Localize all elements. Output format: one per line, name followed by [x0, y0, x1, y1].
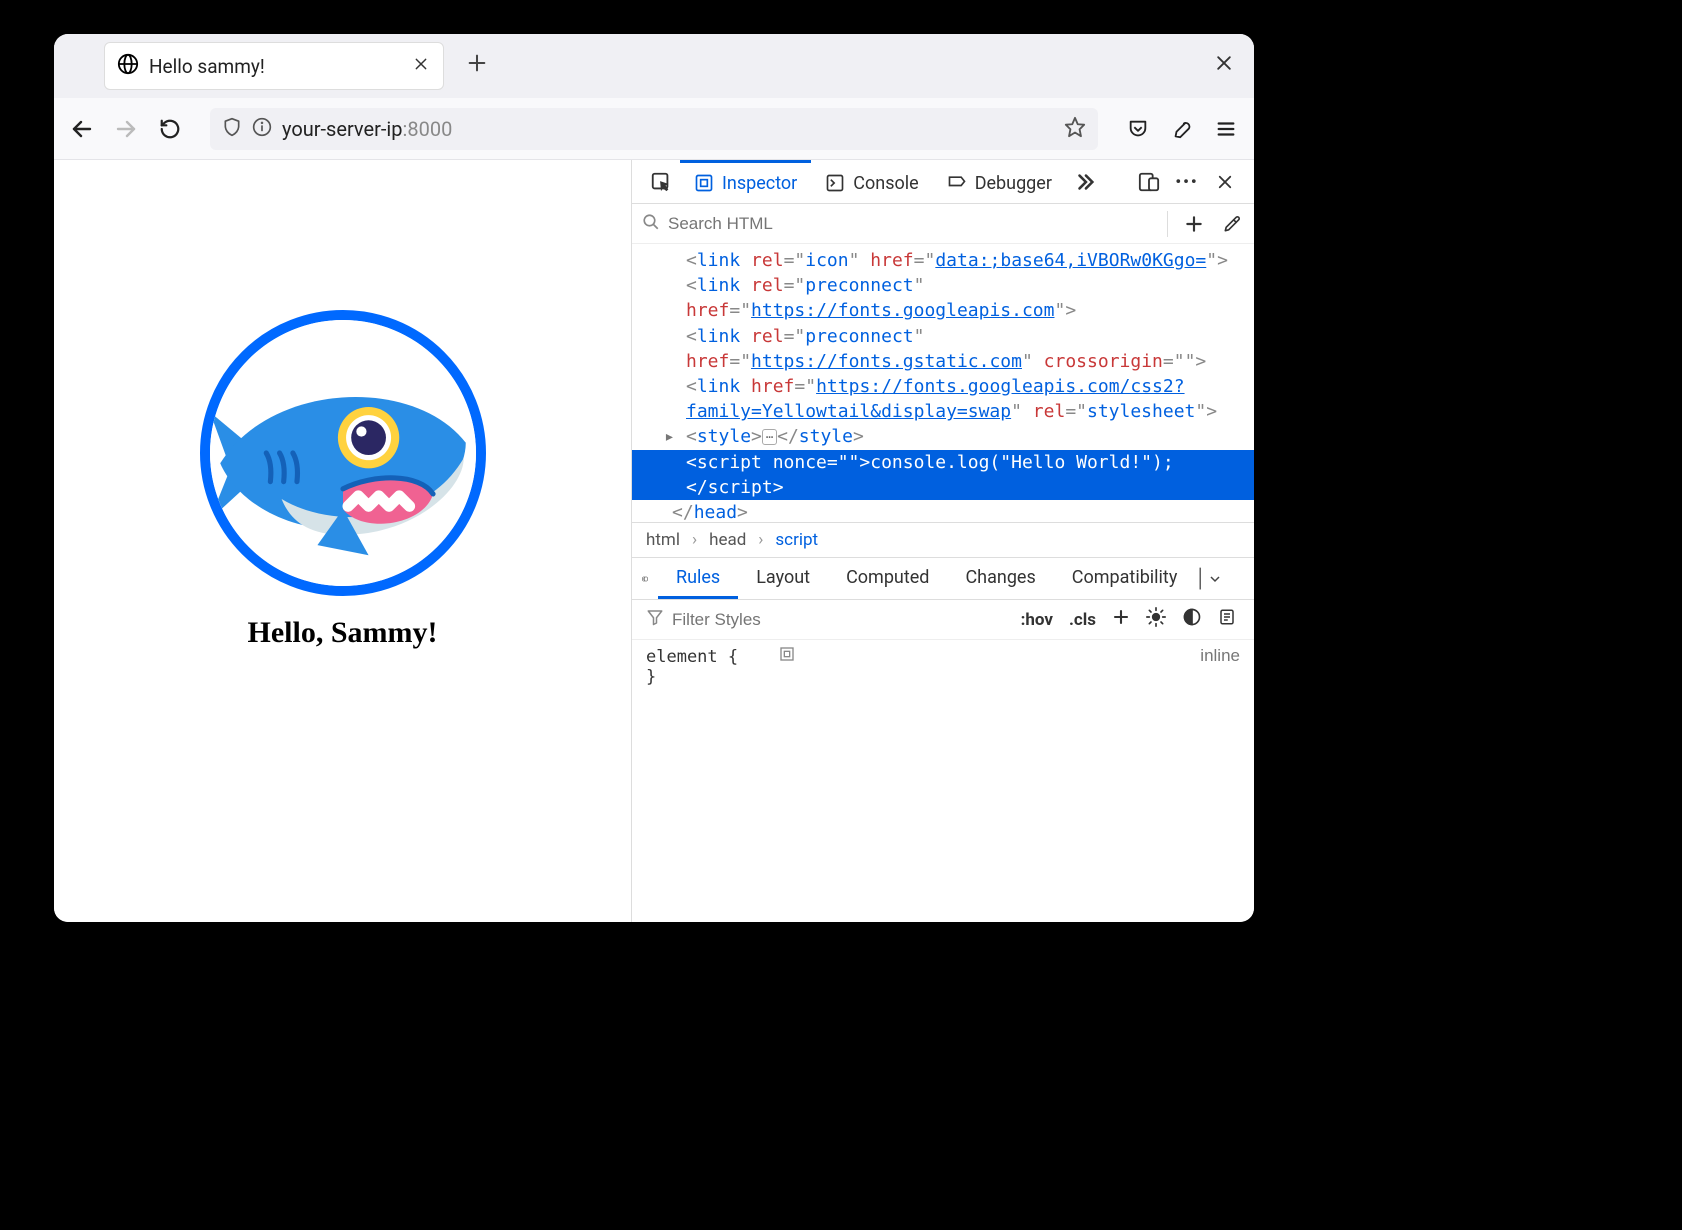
responsive-mode-icon[interactable]	[1136, 169, 1162, 195]
devtools-panel: Inspector Console Debugger •••	[632, 160, 1254, 922]
globe-icon	[117, 53, 139, 79]
forward-button	[112, 115, 140, 143]
shield-icon	[222, 117, 242, 141]
browser-tab[interactable]: Hello sammy!	[104, 42, 444, 90]
tab-computed[interactable]: Computed	[828, 558, 947, 599]
crumb-head[interactable]: head	[709, 530, 746, 550]
filter-icon	[646, 608, 664, 631]
page-viewport: Hello, Sammy!	[54, 160, 632, 922]
dark-theme-icon[interactable]	[1178, 607, 1206, 632]
new-tab-button[interactable]	[466, 51, 488, 81]
pocket-icon[interactable]	[1124, 115, 1152, 143]
html-line[interactable]: <link rel="icon" href="data:;base64,iVBO…	[632, 248, 1254, 273]
html-search-input[interactable]	[668, 214, 1159, 234]
html-line[interactable]: </head>	[632, 500, 1254, 522]
toggle-sidebar-icon[interactable]	[632, 569, 658, 589]
expand-toggle-icon[interactable]: ▸	[664, 424, 678, 449]
tab-console[interactable]: Console	[811, 160, 932, 203]
styles-overflow-icon[interactable]: │	[1195, 568, 1226, 589]
url-text: your-server-ip:8000	[282, 117, 452, 141]
close-devtools-button[interactable]	[1212, 169, 1238, 195]
print-simulation-icon[interactable]	[1214, 608, 1240, 631]
url-bar[interactable]: your-server-ip:8000	[210, 108, 1098, 150]
html-line[interactable]: <link rel="preconnect" href="https://fon…	[632, 273, 1254, 323]
search-icon	[642, 213, 660, 235]
close-window-button[interactable]	[1214, 53, 1234, 79]
chevron-right-icon: ›	[758, 530, 763, 550]
rules-panel: element { } inline	[632, 640, 1254, 922]
add-rule-button[interactable]	[1108, 608, 1134, 631]
cls-toggle[interactable]: .cls	[1065, 610, 1100, 630]
content-area: Hello, Sammy! Inspector Console	[54, 160, 1254, 922]
settings-wrench-icon[interactable]	[1168, 115, 1196, 143]
rule-source: inline	[1200, 646, 1240, 666]
html-line[interactable]: <link href="https://fonts.googleapis.com…	[632, 374, 1254, 424]
bookmark-star-icon[interactable]	[1064, 116, 1086, 142]
html-tree[interactable]: <link rel="icon" href="data:;base64,iVBO…	[632, 244, 1254, 522]
devtools-overflow-icon[interactable]	[1072, 169, 1098, 195]
tab-inspector[interactable]: Inspector	[680, 160, 811, 203]
devtools-tabbar: Inspector Console Debugger •••	[632, 160, 1254, 204]
breadcrumb: html › head › script	[632, 522, 1254, 558]
devtools-menu-icon[interactable]: •••	[1174, 169, 1200, 195]
rule-selector: element	[646, 647, 728, 667]
tab-rules[interactable]: Rules	[658, 558, 738, 599]
tab-bar: Hello sammy!	[54, 34, 1254, 98]
back-button[interactable]	[68, 115, 96, 143]
tab-layout[interactable]: Layout	[738, 558, 828, 599]
reload-button[interactable]	[156, 115, 184, 143]
info-icon[interactable]	[252, 117, 272, 141]
html-line[interactable]: ▸<style>⋯</style>	[632, 424, 1254, 449]
toolbar: your-server-ip:8000	[54, 98, 1254, 160]
tab-compatibility[interactable]: Compatibility	[1054, 558, 1196, 599]
crumb-script[interactable]: script	[775, 530, 818, 550]
styles-tabbar: Rules Layout Computed Changes Compatibil…	[632, 558, 1254, 600]
page-heading: Hello, Sammy!	[200, 616, 486, 650]
tab-changes[interactable]: Changes	[947, 558, 1053, 599]
tab-debugger[interactable]: Debugger	[933, 160, 1066, 203]
light-theme-icon[interactable]	[1142, 607, 1170, 632]
close-tab-button[interactable]	[413, 56, 431, 76]
filter-row: :hov .cls	[632, 600, 1254, 640]
hov-toggle[interactable]: :hov	[1017, 610, 1057, 630]
boxmodel-icon[interactable]	[769, 647, 795, 667]
html-line[interactable]: <link rel="preconnect" href="https://fon…	[632, 324, 1254, 374]
browser-window: Hello sammy!	[54, 34, 1254, 922]
chevron-right-icon: ›	[692, 530, 697, 550]
element-picker-icon[interactable]	[648, 169, 674, 195]
tab-title: Hello sammy!	[149, 55, 403, 78]
filter-styles-input[interactable]	[672, 610, 1009, 630]
crumb-html[interactable]: html	[646, 530, 680, 550]
menu-button[interactable]	[1212, 115, 1240, 143]
add-node-button[interactable]	[1182, 212, 1206, 236]
html-line-selected[interactable]: <script nonce="">console.log("Hello Worl…	[632, 450, 1254, 500]
eyedropper-icon[interactable]	[1220, 212, 1244, 236]
shark-avatar	[200, 310, 486, 596]
html-search-bar	[632, 204, 1254, 244]
